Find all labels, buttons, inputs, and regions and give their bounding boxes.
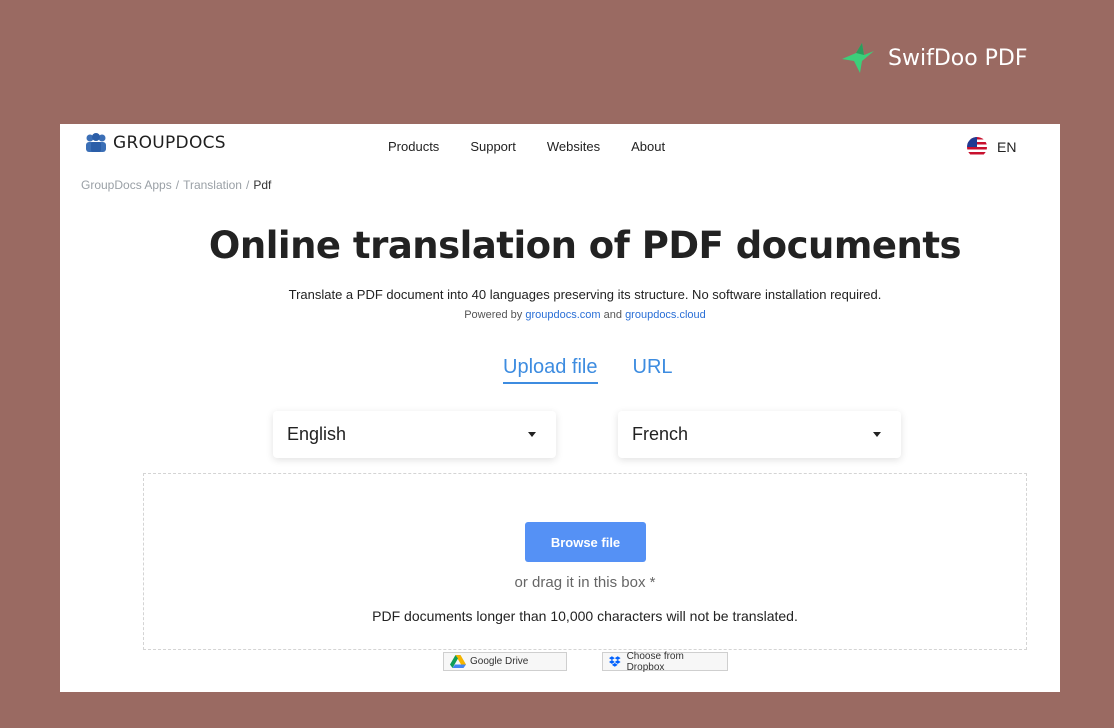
nav-products[interactable]: Products <box>388 139 439 154</box>
top-navigation: GROUPDOCS Products Support Websites Abou… <box>60 124 1060 172</box>
page-title: Online translation of PDF documents <box>208 224 962 267</box>
powered-by: Powered by groupdocs.com and groupdocs.c… <box>60 309 1060 321</box>
nav-support[interactable]: Support <box>470 139 516 154</box>
powered-prefix: Powered by <box>464 309 523 321</box>
google-drive-button[interactable]: Google Drive <box>443 652 567 671</box>
chevron-down-icon <box>528 432 536 437</box>
swifdoo-brand: SwifDoo PDF <box>840 40 1028 76</box>
brand-name: SwifDoo PDF <box>888 45 1028 71</box>
drag-hint: or drag it in this box * <box>514 574 656 591</box>
powered-and: and <box>603 309 622 321</box>
source-language-select[interactable]: English <box>273 411 556 458</box>
dropbox-button[interactable]: Choose from Dropbox <box>602 650 728 673</box>
tab-upload-file[interactable]: Upload file <box>503 356 598 384</box>
groupdocs-com-link[interactable]: groupdocs.com <box>525 309 600 321</box>
google-drive-label: Google Drive <box>470 656 529 667</box>
us-flag-icon <box>967 137 987 157</box>
tab-url[interactable]: URL <box>633 356 673 384</box>
logo-text: GROUPDOCS <box>113 133 226 153</box>
language-code: EN <box>997 139 1017 155</box>
swifdoo-bird-logo-icon <box>842 43 874 73</box>
main-nav: Products Support Websites About <box>388 139 665 154</box>
source-language-value: English <box>287 424 347 444</box>
target-language-select[interactable]: French <box>618 411 901 458</box>
groupdocs-users-icon <box>86 133 106 152</box>
groupdocs-page: GROUPDOCS Products Support Websites Abou… <box>60 124 1060 692</box>
chevron-down-icon <box>873 432 881 437</box>
target-language-value: French <box>632 424 689 444</box>
upload-tabs: Upload file URL <box>503 356 673 384</box>
dropbox-label: Choose from Dropbox <box>626 650 684 673</box>
nav-websites[interactable]: Websites <box>547 139 600 154</box>
breadcrumb-item-translation[interactable]: Translation <box>183 178 242 192</box>
groupdocs-cloud-link[interactable]: groupdocs.cloud <box>625 309 706 321</box>
character-limit-note: PDF documents longer than 10,000 charact… <box>372 608 798 624</box>
breadcrumb-item-apps[interactable]: GroupDocs Apps <box>81 178 172 192</box>
language-selector[interactable]: EN <box>967 137 1016 157</box>
page-subtitle: Translate a PDF document into 40 languag… <box>288 287 882 302</box>
breadcrumb-separator: / <box>175 178 180 192</box>
groupdocs-logo[interactable]: GROUPDOCS <box>85 133 226 153</box>
google-drive-icon <box>450 655 466 668</box>
nav-about[interactable]: About <box>631 139 665 154</box>
browse-file-button[interactable]: Browse file <box>525 522 646 562</box>
breadcrumb-current: Pdf <box>253 178 272 192</box>
breadcrumb-separator: / <box>245 178 250 192</box>
dropbox-icon <box>609 656 621 667</box>
breadcrumb: GroupDocs Apps / Translation / Pdf <box>81 178 271 192</box>
